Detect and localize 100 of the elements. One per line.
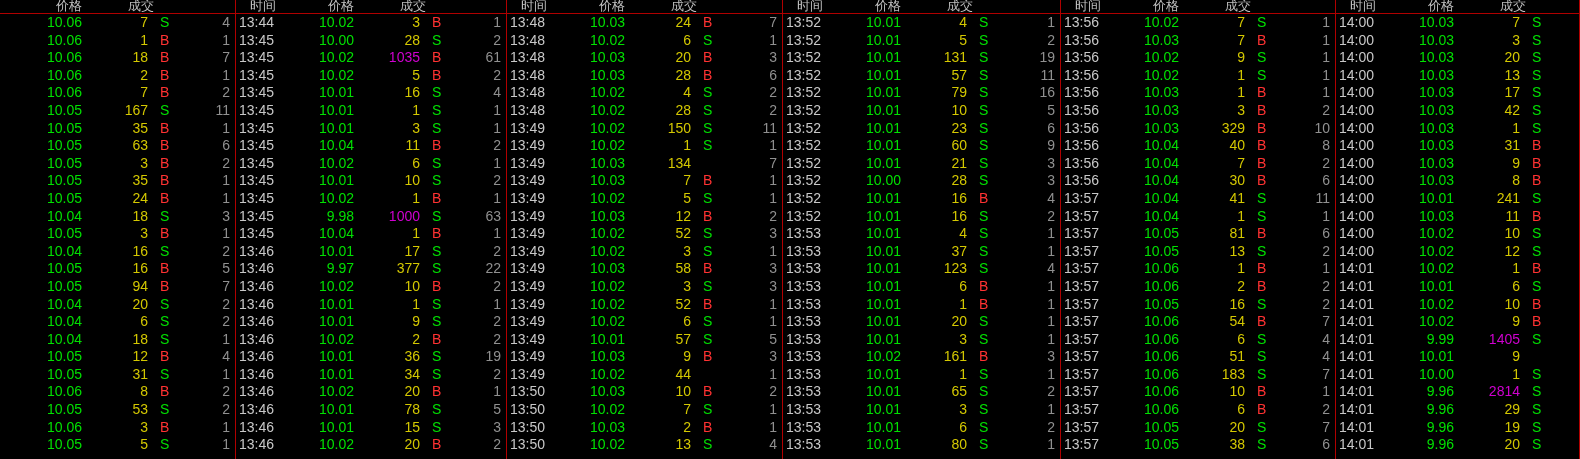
trade-volume: 123 [942,260,967,278]
trade-volume: 2 [1236,277,1245,296]
trade-price: 10.04 [1142,207,1179,226]
trade-volume: 134 [666,154,691,173]
trade-count: 4 [221,348,231,366]
trade-side: B [431,137,443,155]
trade-side: S [978,330,990,349]
trade-side: S [702,119,714,138]
trade-time: 14:00 [1338,189,1376,208]
trade-price: 10.06 [1142,313,1179,331]
trade-price: 9.96 [1425,383,1454,402]
trade-price: 10.06 [45,31,82,50]
trade-price: 10.03 [1142,31,1179,50]
trade-count: 7 [768,154,778,173]
trade-price: 10.02 [588,84,625,102]
trade-side: S [1256,14,1268,32]
trade-price: 10.03 [588,348,625,366]
trade-volume: 20 [403,383,420,402]
trade-count: 5 [492,401,502,419]
trade-side: S [1531,189,1543,208]
trade-price: 10.02 [317,66,354,85]
trade-count: 2 [768,383,778,402]
trade-side: S [1256,66,1268,85]
trade-side: B [159,418,171,437]
trade-price: 10.03 [588,260,625,278]
trade-count: 2 [1046,207,1056,226]
trade-side: S [1531,418,1543,437]
trade-count: 11 [1039,66,1056,85]
trade-volume: 20 [950,313,967,331]
trade-count: 3 [492,418,502,437]
trade-side: S [978,401,990,419]
trade-volume: 35 [131,119,148,138]
trade-time: 13:52 [785,172,823,190]
trade-count: 6 [221,137,231,155]
trade-side: S [978,66,990,85]
trade-price: 10.02 [317,277,354,296]
trade-side: S [1531,84,1543,102]
trade-count: 1 [768,313,778,331]
trade-count: 11 [214,101,231,120]
trade-time: 13:48 [509,31,547,50]
trade-volume: 57 [674,330,691,349]
trade-time: 14:01 [1338,277,1376,296]
trade-volume: 18 [131,207,148,226]
trade-side: B [978,189,990,208]
trade-price: 10.06 [1142,277,1179,296]
trade-side: B [702,207,714,226]
trade-volume: 20 [1503,49,1520,67]
trade-side: B [431,189,443,208]
trade-count: 3 [768,49,778,67]
trade-price: 10.01 [864,84,901,102]
trade-price: 10.02 [317,154,354,173]
trade-time: 13:57 [1063,383,1101,402]
trade-count: 19 [484,348,502,366]
trade-count: 5 [1046,101,1056,120]
trade-time: 13:56 [1063,154,1101,173]
trade-volume: 131 [942,49,967,67]
trade-volume: 35 [131,172,148,190]
trade-volume: 167 [123,101,148,120]
trade-price: 10.01 [864,418,901,437]
trade-count: 1 [492,383,502,402]
trade-price: 10.02 [317,383,354,402]
trade-volume: 13 [1228,242,1245,261]
trade-volume: 1 [1511,365,1520,384]
trade-price: 10.01 [317,242,354,261]
trade-count: 2 [492,277,502,296]
trade-volume: 1000 [387,207,420,226]
trade-side: S [431,84,443,102]
trade-time: 14:00 [1338,31,1376,50]
trade-time: 13:48 [509,101,547,120]
trade-side: B [431,436,443,454]
trade-side: S [1531,242,1543,261]
trade-side: S [978,225,990,243]
trade-price: 10.01 [317,295,354,314]
trade-side: S [978,383,990,402]
trade-volume: 3 [1511,31,1520,50]
trade-side: B [1531,207,1543,226]
trade-price: 10.01 [317,401,354,419]
trade-volume: 7 [139,14,148,32]
trade-price: 10.01 [317,365,354,384]
trade-volume: 3 [139,225,148,243]
trade-volume: 1 [1236,84,1245,102]
trade-count: 2 [492,330,502,349]
trade-count: 7 [1321,313,1331,331]
trade-count: 2 [1321,295,1331,314]
trade-volume: 1 [958,295,967,314]
trade-count: 2 [221,295,231,314]
trade-side: S [1531,277,1543,296]
trade-side: B [702,418,714,437]
trade-price: 10.05 [1142,242,1179,261]
trade-side: B [1531,260,1543,278]
trade-time: 13:53 [785,313,823,331]
trade-count: 1 [1321,14,1331,32]
trade-price: 9.96 [1425,401,1454,419]
trade-count: 3 [1046,154,1056,173]
trade-count: 1 [768,189,778,208]
trade-price: 10.02 [1142,14,1179,32]
trade-count: 1 [221,418,231,437]
trade-price: 10.04 [45,295,82,314]
trade-volume: 44 [674,365,691,384]
trade-volume: 16 [131,260,148,278]
